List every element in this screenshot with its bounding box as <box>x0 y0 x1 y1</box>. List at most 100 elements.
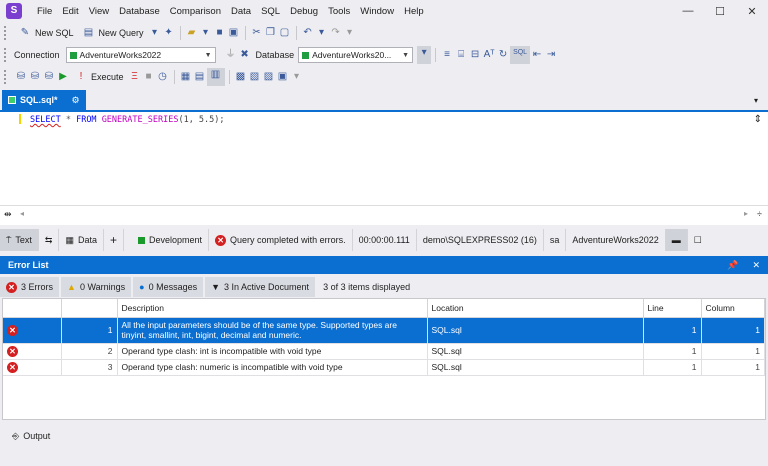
minimize-button[interactable]: — <box>672 5 704 18</box>
redo-dropdown-icon[interactable]: ▾ <box>343 26 357 40</box>
query-profiler-icon[interactable]: ▩ <box>234 70 248 84</box>
tab-text[interactable]: ⍑ Text <box>0 229 39 251</box>
text-output-icon[interactable]: ▤ <box>193 70 207 84</box>
paste-icon[interactable]: ▢ <box>278 26 292 40</box>
history-icon[interactable]: ◷ <box>156 70 170 84</box>
scroll-left-icon[interactable]: ◂ <box>20 209 24 218</box>
run-icon[interactable]: ▶ <box>56 70 70 84</box>
menu-tools[interactable]: Tools <box>323 6 355 17</box>
errors-filter-label: 3 Errors <box>21 282 54 292</box>
menu-comparison[interactable]: Comparison <box>165 6 226 17</box>
comment-icon[interactable]: ⇤ <box>530 48 544 62</box>
export-icon[interactable]: ▣ <box>276 70 290 84</box>
menu-file[interactable]: File <box>32 6 57 17</box>
save-all-icon[interactable]: ▣ <box>227 26 241 40</box>
menu-database[interactable]: Database <box>114 6 165 17</box>
code-line-1[interactable]: SELECT * FROM GENERATE_SERIES(1, 5.5); <box>30 115 225 125</box>
sql-mode-icon[interactable]: SQL <box>510 46 531 64</box>
column-line[interactable]: Line <box>643 299 702 318</box>
open-folder-icon[interactable]: ▰ <box>185 26 199 40</box>
table-row[interactable]: ✕ 1 All the input parameters should be o… <box>3 317 765 344</box>
menu-debug[interactable]: Debug <box>285 6 323 17</box>
new-document-icon[interactable]: ✦ <box>162 26 176 40</box>
change-marker <box>19 114 21 124</box>
toolbar-grip[interactable] <box>4 48 10 62</box>
database-check-icon[interactable]: ⛁ <box>42 70 56 84</box>
tab-sql-document[interactable]: SQL.sql* ⚙ <box>2 90 86 110</box>
error-icon: ✕ <box>6 281 17 293</box>
results-pane-icon[interactable]: ▥ <box>206 68 225 86</box>
column-description[interactable]: Description <box>117 299 428 318</box>
table-row[interactable]: ✕ 2 Operand type clash: int is incompati… <box>3 343 765 360</box>
menu-sql[interactable]: SQL <box>256 6 285 17</box>
column-number[interactable] <box>61 299 118 318</box>
tab-settings-icon[interactable]: ⚙ <box>72 95 80 106</box>
maximize-button[interactable]: ☐ <box>704 5 736 18</box>
format-selection-icon[interactable]: ⌸ <box>454 48 468 62</box>
toggle-results-icon[interactable]: ▬ <box>665 229 688 251</box>
toolbar-grip[interactable] <box>4 26 10 40</box>
menu-help[interactable]: Help <box>399 6 429 17</box>
execute-button[interactable]: ! Execute <box>70 68 128 86</box>
new-dropdown-icon[interactable]: ▾ <box>148 26 162 40</box>
scroll-right-icon[interactable]: ▸ <box>744 209 748 218</box>
copy-icon[interactable]: ❐ <box>264 26 278 40</box>
add-tab-button[interactable]: + <box>104 229 125 251</box>
errors-filter-button[interactable]: ✕ 3 Errors <box>0 277 60 297</box>
environment-status[interactable]: Development <box>124 229 210 251</box>
menu-data[interactable]: Data <box>226 6 256 17</box>
connection-select[interactable]: AdventureWorks2022 ▼ <box>65 47 216 63</box>
execution-plan-icon[interactable]: ▧ <box>248 70 262 84</box>
messages-filter-button[interactable]: ● 0 Messages <box>133 277 204 297</box>
undo-icon[interactable]: ↶ <box>301 26 315 40</box>
execute-current-icon[interactable]: Ξ <box>128 70 142 84</box>
font-case-icon[interactable]: Aᵀ <box>482 48 496 62</box>
pin-icon[interactable]: 📌 <box>727 260 738 271</box>
warnings-filter-button[interactable]: ▲ 0 Warnings <box>61 277 132 297</box>
toggle-panel-icon[interactable]: ☐ <box>688 229 708 251</box>
refresh-icon[interactable]: ↻ <box>496 48 510 62</box>
stop-icon[interactable]: ■ <box>142 70 156 84</box>
undo-dropdown-icon[interactable]: ▾ <box>315 26 329 40</box>
new-query-button[interactable]: ▤ New Query <box>78 24 148 42</box>
database-select[interactable]: AdventureWorks20... ▼ <box>298 47 414 63</box>
open-dropdown-icon[interactable]: ▾ <box>199 26 213 40</box>
connect-icon[interactable]: ⏚ <box>224 48 238 62</box>
new-sql-button[interactable]: ✎ New SQL <box>14 24 78 42</box>
tab-data[interactable]: ▦ Data <box>59 229 104 251</box>
database-dropdown-icon[interactable]: ▾ <box>417 46 432 64</box>
splitter-icon[interactable]: ⇹ <box>4 209 12 220</box>
close-icon[interactable]: ✕ <box>752 260 760 271</box>
toolbar-grip[interactable] <box>4 70 10 84</box>
table-row[interactable]: ✕ 3 Operand type clash: numeric is incom… <box>3 359 765 376</box>
column-icon[interactable] <box>3 299 62 318</box>
split-editor-icon[interactable]: ⇕ <box>754 114 762 125</box>
output-tab[interactable]: ⎆ Output <box>0 426 768 446</box>
save-icon[interactable]: ■ <box>213 26 227 40</box>
sql-editor[interactable]: SELECT * FROM GENERATE_SERIES(1, 5.5); ⇕ <box>0 110 768 205</box>
close-window-button[interactable]: ✕ <box>736 5 768 18</box>
more-dropdown-icon[interactable]: ▾ <box>290 70 304 84</box>
column-location[interactable]: Location <box>427 299 644 318</box>
active-document-filter-button[interactable]: ▼ 3 In Active Document <box>205 277 316 297</box>
format-icon[interactable]: ≡ <box>440 48 454 62</box>
redo-icon[interactable]: ↷ <box>329 26 343 40</box>
database-icon[interactable]: ⛁ <box>14 70 28 84</box>
split-horizontal-icon[interactable]: ÷ <box>757 209 762 219</box>
uncomment-icon[interactable]: ⇥ <box>544 48 558 62</box>
align-icon[interactable]: ⊟ <box>468 48 482 62</box>
tabs-dropdown-icon[interactable]: ▾ <box>754 96 758 105</box>
window-controls: — ☐ ✕ <box>672 5 768 18</box>
editor-horizontal-scrollbar[interactable]: ⇹ ◂ ▸ ÷ <box>0 205 768 225</box>
column-column[interactable]: Column <box>701 299 765 318</box>
menu-view[interactable]: View <box>84 6 114 17</box>
disconnect-icon[interactable]: ✖ <box>238 48 252 62</box>
cut-icon[interactable]: ✂ <box>250 26 264 40</box>
grid-icon[interactable]: ▦ <box>179 70 193 84</box>
database-add-icon[interactable]: ⛁ <box>28 70 42 84</box>
menu-edit[interactable]: Edit <box>57 6 83 17</box>
image-icon[interactable]: ▨ <box>262 70 276 84</box>
swap-button[interactable]: ⇆ <box>39 229 60 251</box>
menu-window[interactable]: Window <box>355 6 399 17</box>
server: demo\SQLEXPRESS02 (16) <box>417 229 544 251</box>
